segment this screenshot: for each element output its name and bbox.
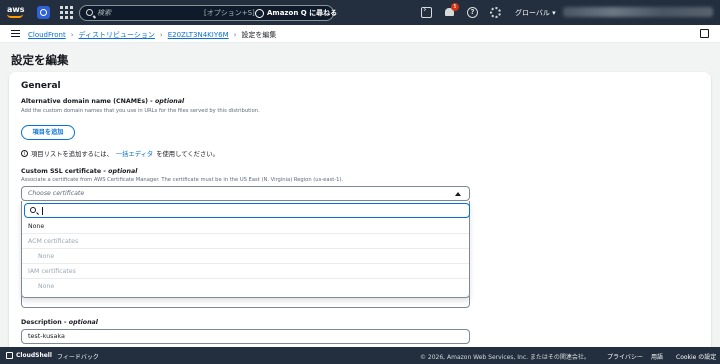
amazon-q-icon	[255, 8, 264, 18]
breadcrumb-distributions[interactable]: ディストリビューション	[79, 30, 155, 40]
service-icon[interactable]	[37, 6, 50, 19]
chevron-right-icon: ›	[233, 31, 237, 39]
aws-logo-smile	[7, 14, 23, 18]
dropdown-option-none[interactable]: None	[22, 219, 469, 234]
ssl-description: Associate a certificate from AWS Certifi…	[21, 177, 344, 183]
ssl-label: Custom SSL certificate - optional	[21, 168, 137, 175]
ssl-label-text: Custom SSL certificate	[21, 168, 102, 175]
amazon-q-button[interactable]: Amazon Q に尋ねる	[255, 5, 337, 21]
breadcrumb-cloudfront[interactable]: CloudFront	[28, 31, 66, 39]
feedback-link[interactable]: フィードバック	[57, 352, 99, 361]
search-placeholder: 検索	[97, 9, 111, 17]
privacy-link[interactable]: プライバシー	[607, 352, 643, 361]
dropdown-option-acm-none: None	[22, 249, 469, 264]
breadcrumb-bar: CloudFront › ディストリビューション › E20ZLT3N4KIY6…	[0, 25, 720, 43]
ssl-select-placeholder: Choose certificate	[28, 190, 85, 197]
dropdown-group-acm: ACM certificates	[22, 234, 469, 249]
cloudshell-icon[interactable]	[421, 5, 432, 18]
notifications-button[interactable]: 5	[444, 3, 459, 18]
cname-label: Alternative domain name (CNAMEs) - optio…	[21, 98, 184, 105]
description-label-text: Description	[21, 319, 62, 326]
text-cursor	[42, 207, 43, 215]
breadcrumb-distribution-id[interactable]: E20ZLT3N4KIY6M	[168, 31, 229, 39]
bulk-editor-link[interactable]: 一括エディタ	[116, 149, 153, 158]
bulk-editor-info: i 項目リストを追加するには、 一括エディタ を使用してください。	[21, 149, 219, 158]
cname-description: Add the custom domain names that you use…	[21, 108, 260, 114]
dropdown-option-iam-none: None	[38, 283, 55, 290]
dropdown-group-iam: IAM certificates	[22, 264, 469, 279]
top-navigation: aws 検索 [オプション+S] Amazon Q に尋ねる 5 ? グローバル…	[0, 0, 720, 25]
breadcrumb: CloudFront › ディストリビューション › E20ZLT3N4KIY6…	[28, 30, 276, 40]
cname-label-text: Alternative domain name (CNAMEs)	[21, 98, 148, 105]
cookie-settings-link[interactable]: Cookie の設定	[676, 352, 716, 361]
aws-logo-text: aws	[7, 5, 25, 14]
info-icon: i	[21, 150, 28, 157]
chevron-right-icon: ›	[70, 31, 74, 39]
add-item-button[interactable]: 項目を追加	[21, 125, 75, 140]
description-optional: - optional	[63, 319, 98, 326]
ssl-certificate-dropdown: None ACM certificates None IAM certifica…	[21, 201, 470, 298]
cloudshell-link[interactable]: CloudShell	[16, 352, 52, 359]
description-label: Description - optional	[21, 319, 98, 326]
services-menu-icon[interactable]	[60, 6, 73, 19]
chevron-right-icon: ›	[159, 31, 163, 39]
breadcrumb-current: 設定を編集	[241, 31, 277, 39]
terms-link[interactable]: 用語	[651, 352, 663, 361]
cloudshell-footer-icon[interactable]	[6, 352, 13, 359]
search-icon	[30, 207, 36, 213]
dropdown-search-input[interactable]	[24, 203, 470, 218]
footer: CloudShell フィードバック © 2026, Amazon Web Se…	[0, 347, 720, 364]
region-selector[interactable]: グローバル ▾	[515, 8, 556, 18]
cname-optional: - optional	[150, 98, 185, 105]
info-suffix: を使用してください。	[156, 151, 219, 158]
amazon-q-label: Amazon Q に尋ねる	[267, 9, 338, 17]
ssl-certificate-select[interactable]: Choose certificate	[21, 186, 470, 201]
hamburger-menu-icon[interactable]	[11, 30, 20, 37]
notification-badge: 5	[451, 3, 459, 11]
external-edit-icon[interactable]	[700, 29, 709, 38]
aws-logo[interactable]: aws	[7, 5, 25, 19]
section-heading-general: General	[21, 81, 61, 91]
caret-up-icon	[455, 192, 461, 196]
description-input[interactable]: test-kusaka	[21, 329, 470, 344]
copyright-text: © 2026, Amazon Web Services, Inc. またはその関…	[420, 354, 590, 361]
account-menu[interactable]	[563, 7, 713, 17]
search-shortcut-hint: [オプション+S]	[204, 9, 255, 17]
search-icon	[86, 9, 93, 16]
info-prefix: 項目リストを追加するには、	[31, 151, 113, 158]
help-icon[interactable]: ?	[467, 7, 478, 18]
ssl-optional: - optional	[103, 168, 138, 175]
page-title: 設定を編集	[11, 53, 69, 67]
settings-gear-icon[interactable]	[490, 7, 501, 18]
